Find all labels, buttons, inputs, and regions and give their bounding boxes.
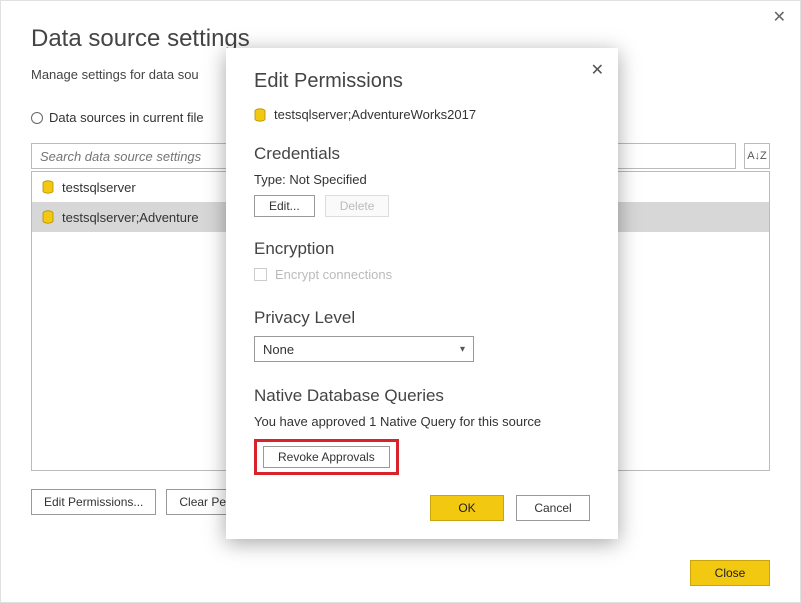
encrypt-connections-label: Encrypt connections <box>275 267 392 282</box>
list-item-label: testsqlserver;Adventure <box>62 210 199 225</box>
credentials-delete-button: Delete <box>325 195 390 217</box>
privacy-heading: Privacy Level <box>254 308 590 328</box>
edit-permissions-button[interactable]: Edit Permissions... <box>31 489 156 515</box>
encrypt-connections-checkbox: Encrypt connections <box>254 267 590 282</box>
database-icon <box>254 108 266 122</box>
native-queries-heading: Native Database Queries <box>254 386 590 406</box>
chevron-down-icon: ▾ <box>460 344 465 355</box>
dialog-close-icon[interactable]: ✕ <box>591 60 604 80</box>
checkbox-icon <box>254 268 267 281</box>
credentials-edit-button[interactable]: Edit... <box>254 195 315 217</box>
privacy-level-value: None <box>263 342 294 357</box>
scope-radio-label: Data sources in current file <box>49 110 204 125</box>
dialog-title: Edit Permissions <box>254 70 590 93</box>
sort-az-icon: A↓Z <box>747 150 767 162</box>
encryption-heading: Encryption <box>254 239 590 259</box>
cancel-button[interactable]: Cancel <box>516 495 590 521</box>
revoke-highlight: Revoke Approvals <box>254 439 399 475</box>
credentials-heading: Credentials <box>254 144 590 164</box>
database-icon <box>42 210 54 224</box>
dialog-source-row: testsqlserver;AdventureWorks2017 <box>254 107 590 122</box>
database-icon <box>42 180 54 194</box>
list-item-label: testsqlserver <box>62 180 136 195</box>
revoke-approvals-button[interactable]: Revoke Approvals <box>263 446 390 468</box>
edit-permissions-dialog: ✕ Edit Permissions testsqlserver;Adventu… <box>226 48 618 539</box>
dialog-source-name: testsqlserver;AdventureWorks2017 <box>274 107 476 122</box>
sort-button[interactable]: A↓Z <box>744 143 770 169</box>
ok-button[interactable]: OK <box>430 495 504 521</box>
radio-icon <box>31 112 43 124</box>
window-close-icon[interactable]: ✕ <box>773 7 786 27</box>
privacy-level-select[interactable]: None ▾ <box>254 336 474 362</box>
credentials-type: Type: Not Specified <box>254 172 590 187</box>
native-queries-status: You have approved 1 Native Query for thi… <box>254 414 590 429</box>
close-button[interactable]: Close <box>690 560 770 586</box>
